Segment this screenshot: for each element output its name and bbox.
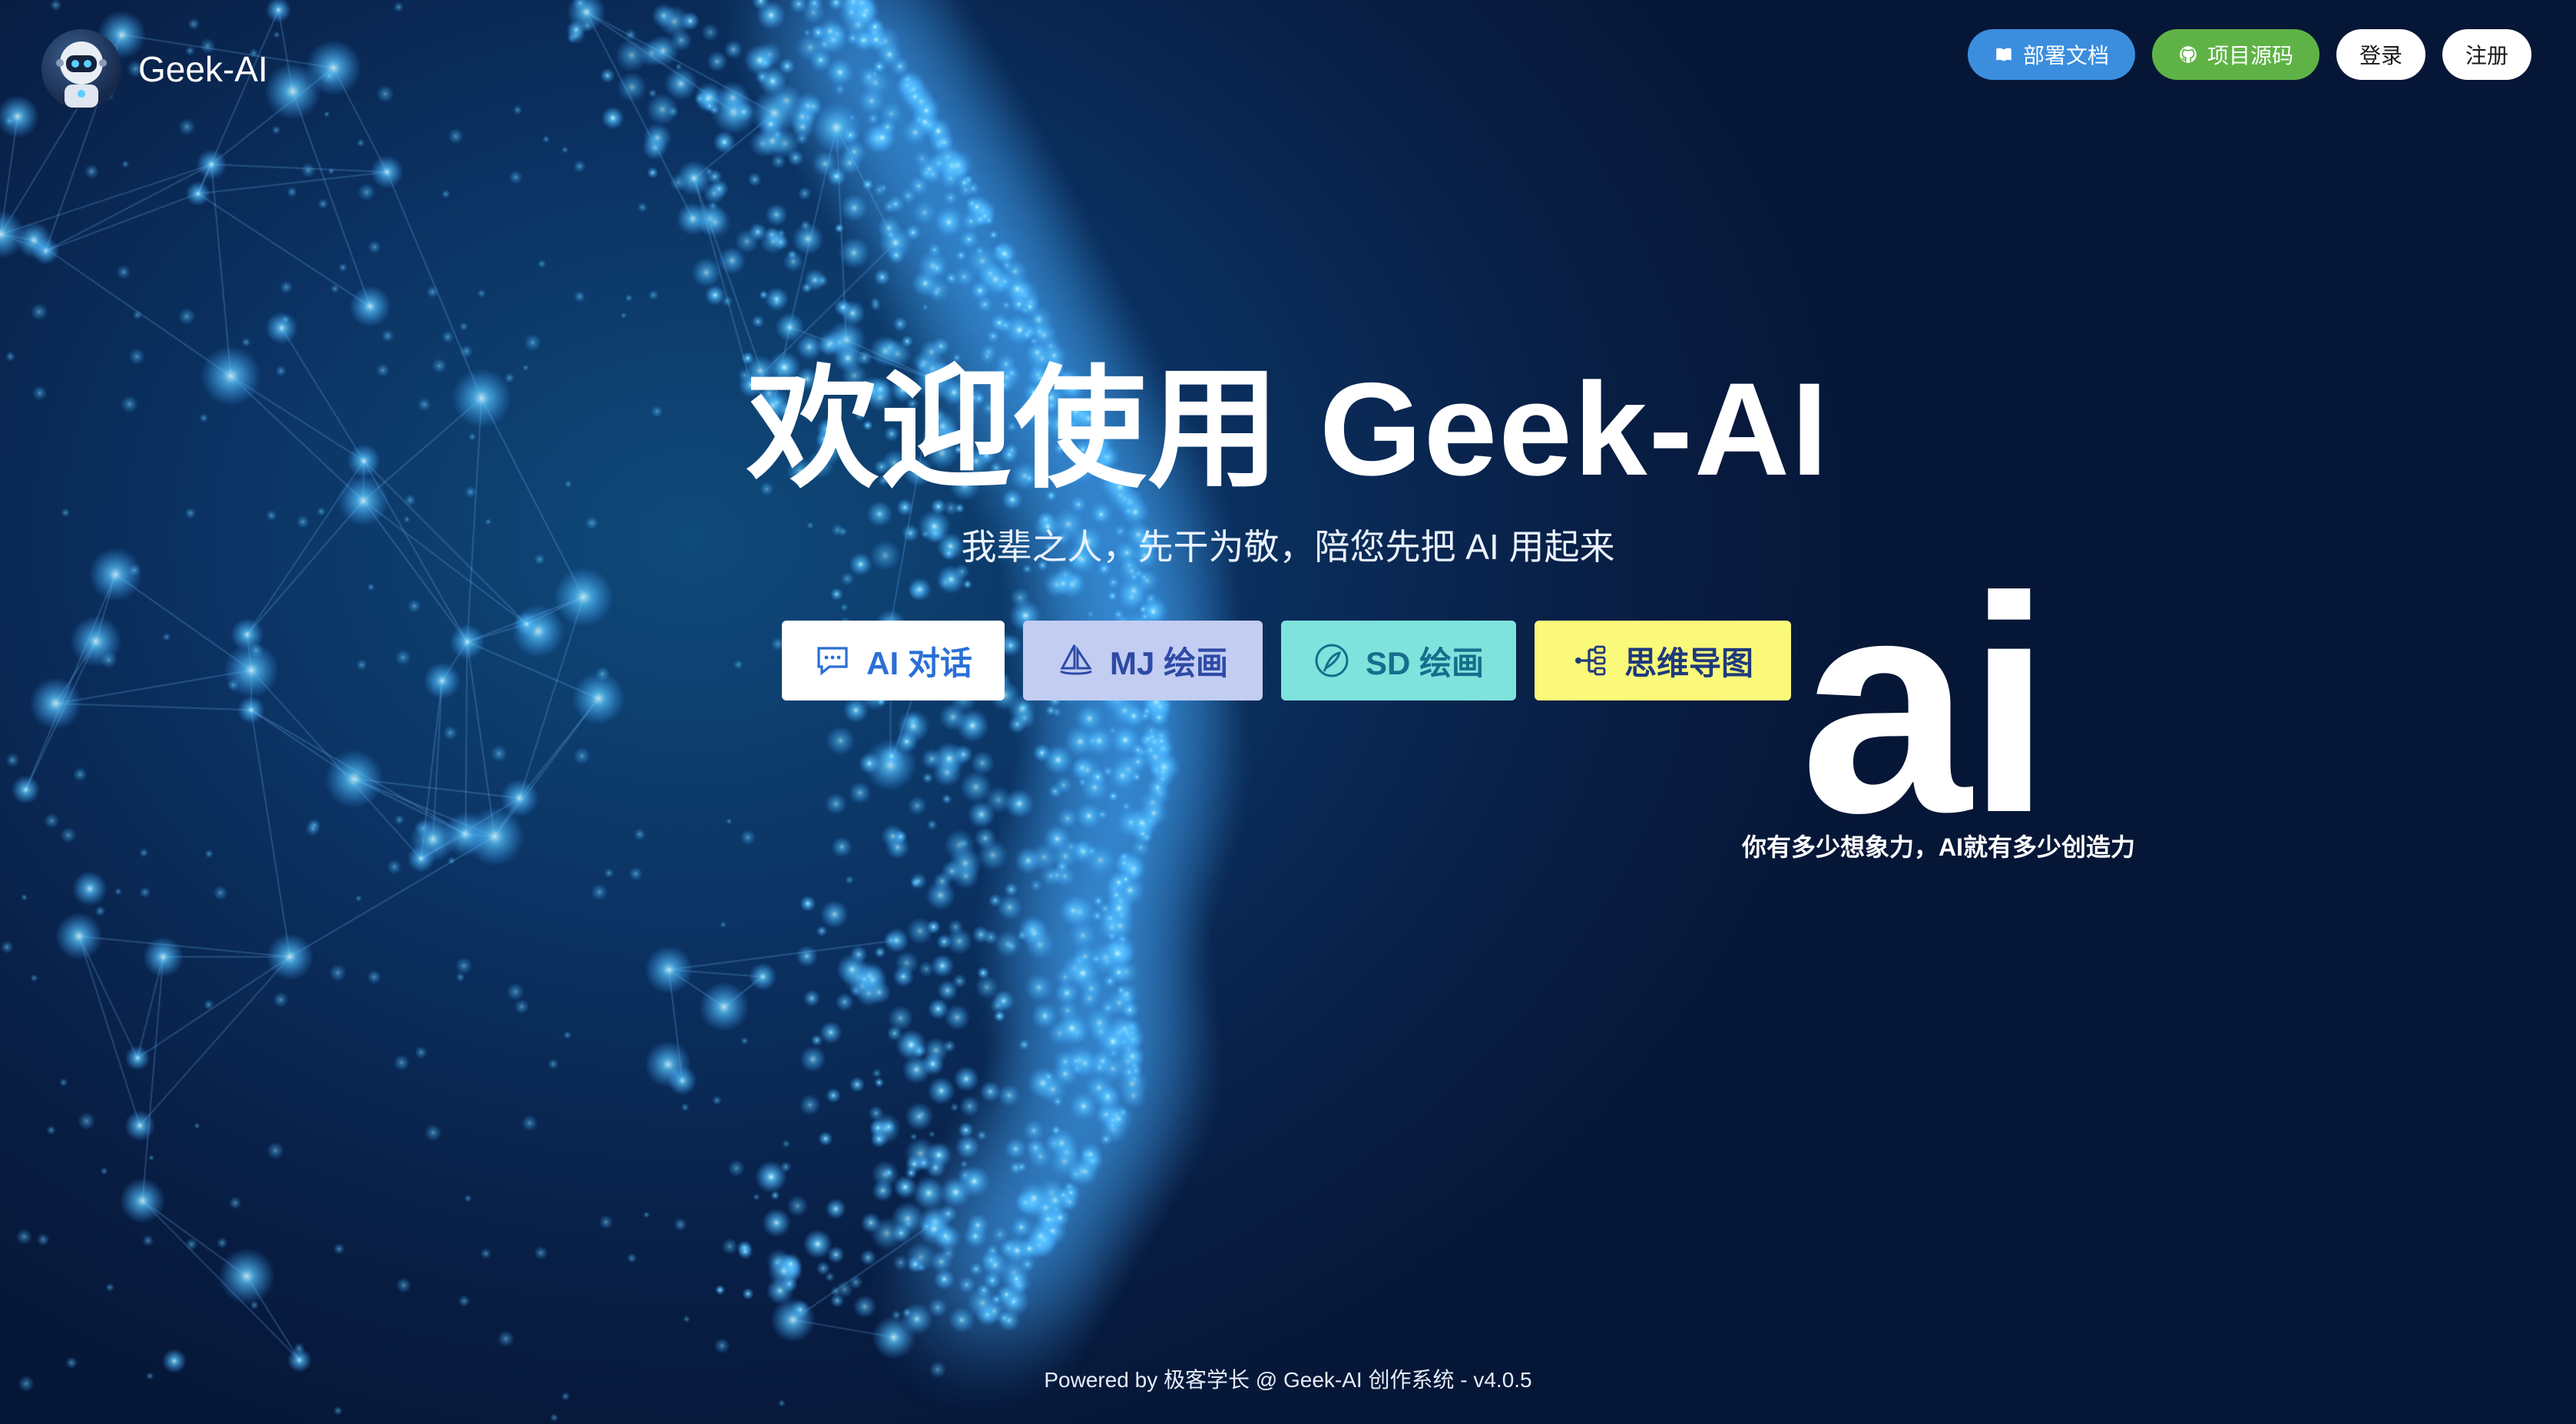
ai-chat-button[interactable]: AI 对话 bbox=[782, 621, 1005, 700]
robot-avatar-icon bbox=[41, 29, 121, 109]
mind-map-label: 思维导图 bbox=[1624, 644, 1753, 681]
docs-label: 部署文档 bbox=[2022, 44, 2109, 68]
sd-drawing-button[interactable]: SD 绘画 bbox=[1281, 621, 1516, 700]
mj-drawing-button[interactable]: MJ 绘画 bbox=[1023, 621, 1263, 700]
particle-face-background bbox=[0, 0, 2576, 1424]
ai-logo-caption: 你有多少想象力，AI就有多少创造力 bbox=[1742, 833, 2136, 861]
quill-icon bbox=[1315, 644, 1349, 677]
footer: Powered by 极客学长 @ Geek-AI 创作系统 - v4.0.5 bbox=[1044, 1368, 1532, 1392]
source-code-button[interactable]: 项目源码 bbox=[2151, 29, 2319, 80]
feature-buttons: AI 对话 MJ 绘画 SD 绘画 思维导图 bbox=[782, 621, 1791, 700]
hero-title: 欢迎使用 Geek-AI bbox=[747, 356, 1829, 503]
hero-subtitle: 我辈之人，先干为敬，陪您先把 AI 用起来 bbox=[961, 527, 1615, 567]
top-navigation: 部署文档 项目源码 登录 注册 bbox=[1967, 29, 2531, 80]
mind-map-icon bbox=[1574, 645, 1606, 676]
sd-drawing-label: SD 绘画 bbox=[1365, 644, 1484, 681]
mj-drawing-label: MJ 绘画 bbox=[1109, 644, 1228, 681]
login-button[interactable]: 登录 bbox=[2336, 29, 2425, 80]
brand[interactable]: Geek-AI bbox=[41, 29, 268, 109]
register-button[interactable]: 注册 bbox=[2442, 29, 2531, 80]
sailboat-icon bbox=[1060, 644, 1092, 675]
login-label: 登录 bbox=[2359, 44, 2402, 68]
chat-bubble-icon bbox=[817, 647, 848, 676]
github-icon bbox=[2180, 46, 2197, 63]
docs-button[interactable]: 部署文档 bbox=[1967, 29, 2135, 80]
ai-logo-mark: ai bbox=[1800, 533, 2052, 876]
ai-chat-label: AI 对话 bbox=[866, 644, 972, 681]
mind-map-button[interactable]: 思维导图 bbox=[1535, 621, 1791, 700]
book-icon bbox=[1996, 48, 2011, 61]
brand-name: Geek-AI bbox=[138, 49, 268, 89]
register-label: 注册 bbox=[2465, 44, 2508, 68]
source-code-label: 项目源码 bbox=[2207, 44, 2293, 68]
